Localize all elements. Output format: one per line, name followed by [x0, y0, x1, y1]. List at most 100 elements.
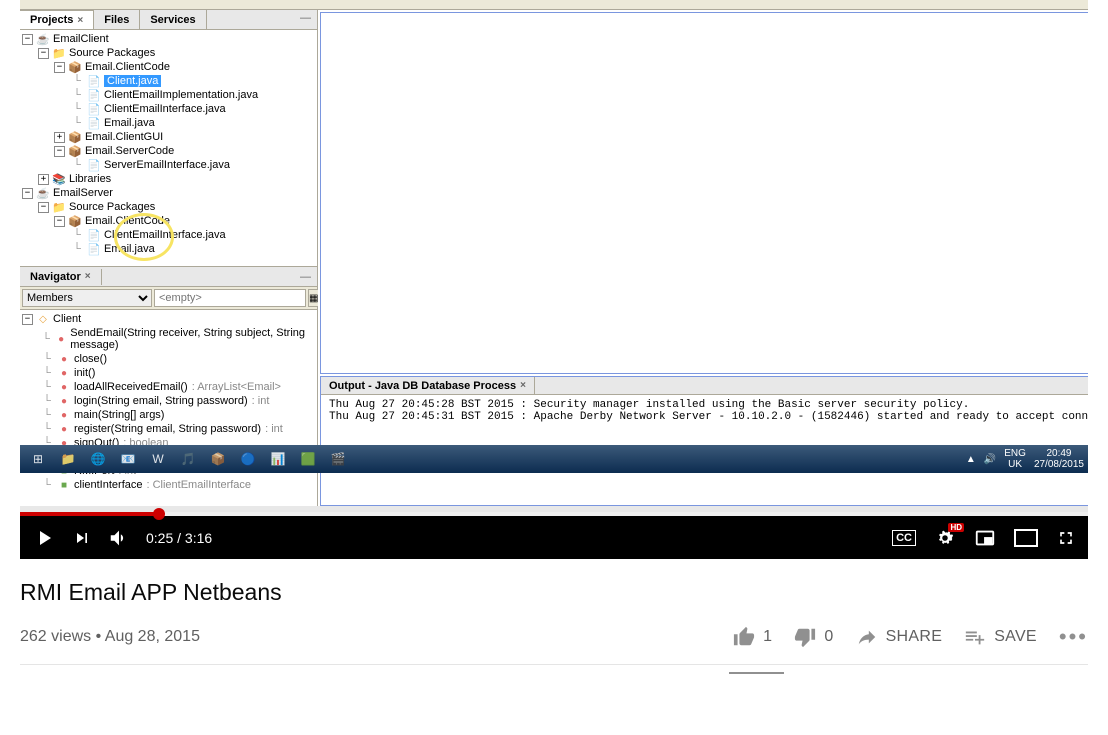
java-file-icon: 📄	[87, 75, 101, 87]
java-file-icon: 📄	[87, 243, 101, 255]
tree-label[interactable]: Libraries	[69, 173, 111, 185]
settings-button[interactable]: HD	[934, 527, 956, 549]
method-icon: ●	[58, 381, 70, 393]
ide-toolbar	[20, 0, 1088, 10]
system-tray[interactable]: ▲ 🔊 ENGUK 20:4927/08/2015	[966, 448, 1084, 470]
taskbar-app-icon[interactable]: W	[144, 448, 172, 470]
package-icon: 📦	[68, 61, 82, 73]
members-dropdown[interactable]: Members	[22, 289, 152, 307]
output-line: Thu Aug 27 20:45:31 BST 2015 : Apache De…	[329, 411, 1088, 423]
theater-button[interactable]	[1014, 529, 1038, 547]
tab-navigator[interactable]: Navigator×	[20, 269, 102, 285]
java-file-icon: 📄	[87, 89, 101, 101]
method-icon: ●	[56, 333, 66, 345]
tree-label[interactable]: Source Packages	[69, 47, 155, 59]
projects-panel-tabs: Projects× Files Services —	[20, 10, 317, 30]
tree-label[interactable]: EmailClient	[53, 33, 109, 45]
next-button[interactable]	[72, 528, 92, 548]
member-item[interactable]: └●SendEmail(String receiver, String subj…	[20, 326, 317, 352]
project-tree[interactable]: −☕EmailClient −📁Source Packages −📦Email.…	[20, 30, 317, 266]
dislike-button[interactable]: 0	[794, 626, 833, 648]
output-line: Thu Aug 27 20:45:28 BST 2015 : Security …	[329, 399, 1088, 411]
tree-toggle[interactable]: −	[22, 188, 33, 199]
taskbar-app-icon[interactable]: 📁	[54, 448, 82, 470]
tree-label[interactable]: ClientEmailInterface.java	[104, 103, 226, 115]
taskbar-app-icon[interactable]: 🟩	[294, 448, 322, 470]
navigator-filter-input[interactable]	[154, 289, 306, 307]
taskbar-app-icon[interactable]: 🔵	[234, 448, 262, 470]
method-icon: ●	[58, 409, 70, 421]
tree-toggle[interactable]: −	[22, 34, 33, 45]
tree-toggle[interactable]: −	[38, 202, 49, 213]
tree-toggle[interactable]: −	[38, 48, 49, 59]
member-item[interactable]: └●init()	[20, 366, 317, 380]
member-item[interactable]: └●loadAllReceivedEmail() : ArrayList<Ema…	[20, 380, 317, 394]
method-icon: ●	[58, 367, 70, 379]
captions-button[interactable]: CC	[892, 530, 916, 546]
save-button[interactable]: SAVE	[964, 626, 1037, 648]
tree-label[interactable]: ServerEmailInterface.java	[104, 159, 230, 171]
tab-files[interactable]: Files	[94, 10, 140, 29]
fullscreen-button[interactable]	[1056, 528, 1076, 548]
java-file-icon: 📄	[87, 117, 101, 129]
tree-label[interactable]: Client.java	[104, 75, 161, 87]
member-item[interactable]: └●register(String email, String password…	[20, 422, 317, 436]
video-frame: Projects× Files Services — −☕EmailClient…	[20, 0, 1088, 516]
close-icon[interactable]: ×	[520, 380, 526, 391]
tree-label[interactable]: Email.ClientCode	[85, 61, 170, 73]
video-title: RMI Email APP Netbeans	[20, 579, 1088, 606]
tree-toggle[interactable]: +	[38, 174, 49, 185]
method-icon: ●	[58, 423, 70, 435]
editor-area[interactable]	[320, 12, 1088, 374]
volume-button[interactable]	[108, 527, 130, 549]
tree-label[interactable]: Email.java	[104, 243, 155, 255]
hd-badge: HD	[948, 523, 964, 532]
miniplayer-button[interactable]	[974, 527, 996, 549]
member-item[interactable]: └●login(String email, String password) :…	[20, 394, 317, 408]
minimize-icon[interactable]: —	[294, 10, 317, 29]
class-name[interactable]: Client	[53, 313, 81, 325]
tree-label[interactable]: EmailServer	[53, 187, 113, 199]
play-button[interactable]	[32, 526, 56, 550]
taskbar-app-icon[interactable]: 📧	[114, 448, 142, 470]
view-count: 262 views • Aug 28, 2015	[20, 628, 200, 646]
tree-label[interactable]: Source Packages	[69, 201, 155, 213]
tree-label[interactable]: Email.java	[104, 117, 155, 129]
tree-toggle[interactable]: −	[54, 216, 65, 227]
time-display: 0:25 / 3:16	[146, 530, 212, 546]
package-icon: 📦	[68, 131, 82, 143]
taskbar-app-icon[interactable]: 📦	[204, 448, 232, 470]
close-icon[interactable]: ×	[77, 15, 83, 26]
watermark-small: Recorded with	[60, 472, 118, 482]
close-icon[interactable]: ×	[85, 271, 91, 282]
taskbar-app-icon[interactable]: 🎵	[174, 448, 202, 470]
member-item[interactable]: └●close()	[20, 352, 317, 366]
tree-toggle[interactable]: +	[54, 132, 65, 143]
libraries-icon: 📚	[52, 173, 66, 185]
tree-toggle[interactable]: −	[22, 314, 33, 325]
video-metadata: RMI Email APP Netbeans 262 views • Aug 2…	[0, 559, 1108, 665]
minimize-icon[interactable]: —	[294, 269, 317, 285]
tab-services[interactable]: Services	[140, 10, 206, 29]
taskbar-app-icon[interactable]: 🌐	[84, 448, 112, 470]
tree-label[interactable]: Email.ServerCode	[85, 145, 174, 157]
taskbar-app-icon[interactable]: 📊	[264, 448, 292, 470]
class-icon: ◇	[37, 313, 49, 325]
tree-label[interactable]: Email.ClientGUI	[85, 131, 163, 143]
tree-label[interactable]: ClientEmailImplementation.java	[104, 89, 258, 101]
like-button[interactable]: 1	[733, 626, 772, 648]
more-actions-button[interactable]: •••	[1059, 624, 1088, 650]
tree-label[interactable]: ClientEmailInterface.java	[104, 229, 226, 241]
tab-projects[interactable]: Projects×	[20, 10, 94, 29]
tree-toggle[interactable]: −	[54, 146, 65, 157]
java-file-icon: 📄	[87, 229, 101, 241]
tab-output[interactable]: Output - Java DB Database Process×	[321, 377, 535, 394]
tree-label[interactable]: Email.ClientCode	[85, 215, 170, 227]
method-icon: ●	[58, 395, 70, 407]
tree-toggle[interactable]: −	[54, 62, 65, 73]
start-button[interactable]: ⊞	[24, 448, 52, 470]
taskbar-app-icon[interactable]: 🎬	[324, 448, 352, 470]
member-item[interactable]: └●main(String[] args)	[20, 408, 317, 422]
project-icon: ☕	[36, 187, 50, 199]
share-button[interactable]: SHARE	[856, 626, 943, 648]
